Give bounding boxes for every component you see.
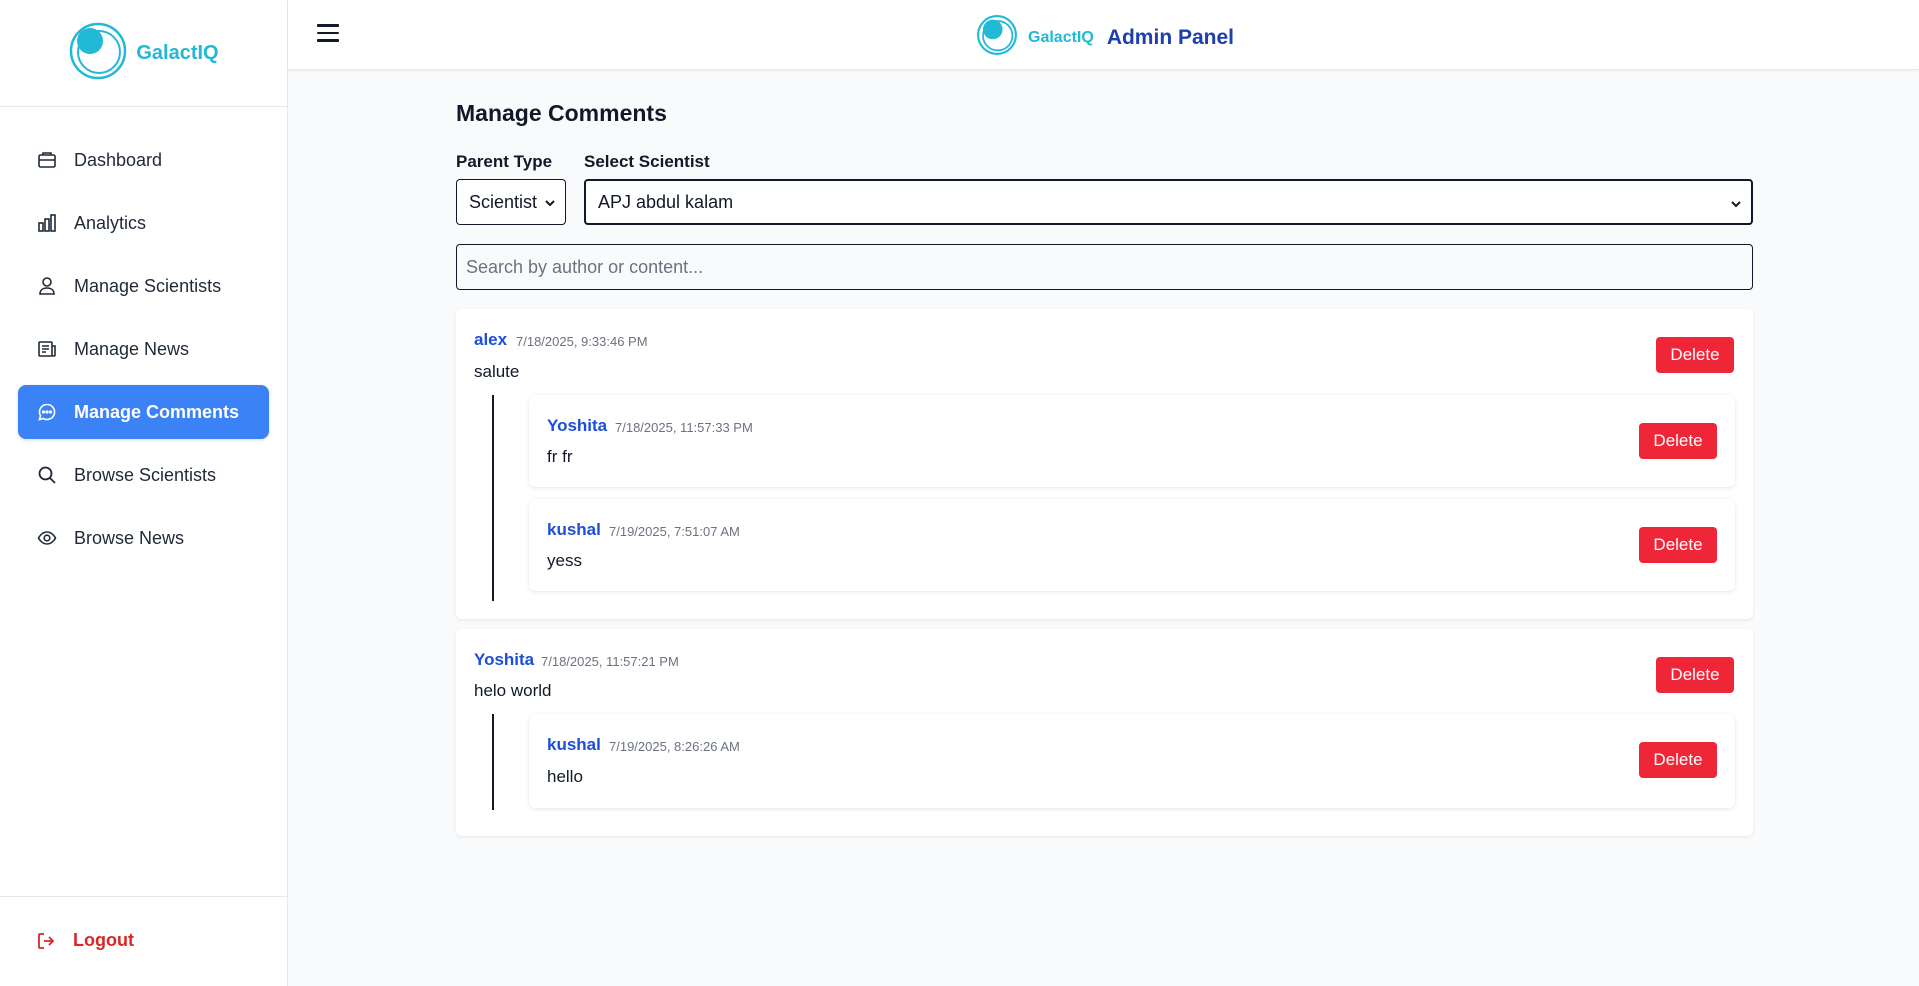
reply-timestamp: 7/19/2025, 8:26:26 AM [609, 739, 740, 754]
delete-button[interactable]: Delete [1639, 527, 1717, 563]
comment-icon [37, 402, 57, 422]
sidebar-item-label: Manage Scientists [74, 275, 222, 296]
comment-author: Yoshita [474, 650, 535, 669]
user-icon [37, 276, 57, 296]
delete-button[interactable]: Delete [1639, 742, 1717, 778]
delete-button[interactable]: Delete [1656, 337, 1734, 373]
brand-name: GalactIQ [136, 41, 219, 64]
reply-card: Yoshita 7/18/2025, 11:57:33 PM fr fr Del… [529, 395, 1735, 487]
thread-line [492, 395, 494, 601]
dashboard-icon [37, 150, 57, 170]
select-scientist-label: Select Scientist [584, 152, 710, 171]
parent-type-label: Parent Type [456, 152, 553, 171]
sidebar-item-label: Analytics [74, 212, 147, 233]
chevron-down-icon [543, 194, 557, 208]
sidebar-item-manage-news[interactable]: Manage News [18, 322, 269, 376]
reply-timestamp: 7/18/2025, 11:57:33 PM [615, 420, 753, 435]
sidebar-item-manage-comments[interactable]: Manage Comments [18, 385, 269, 439]
search-placeholder: Search by author or content... [466, 256, 704, 277]
sidebar-item-manage-scientists[interactable]: Manage Scientists [18, 259, 269, 313]
header-title: Admin Panel [1106, 25, 1235, 49]
sidebar-item-label: Browse Scientists [74, 464, 217, 485]
sidebar-item-analytics[interactable]: Analytics [18, 196, 269, 250]
parent-type-value: Scientist [469, 191, 538, 212]
sidebar-nav: Dashboard Analytics Manage Scientists Ma… [0, 107, 287, 565]
comment-card: Yoshita 7/18/2025, 11:57:21 PM helo worl… [456, 629, 1753, 836]
chevron-down-icon [1729, 195, 1743, 209]
sidebar: GalactIQ Dashboard Analytics Manage Scie… [0, 0, 288, 986]
reply-card: kushal 7/19/2025, 7:51:07 AM yess Delete [529, 499, 1735, 591]
search-icon [37, 465, 57, 485]
sidebar-item-label: Browse News [74, 527, 185, 548]
newspaper-icon [37, 339, 57, 359]
reply-text: yess [547, 551, 582, 570]
reply-author: Yoshita [547, 416, 608, 435]
sidebar-item-browse-scientists[interactable]: Browse Scientists [18, 448, 269, 502]
galactiq-logo-icon [976, 14, 1018, 61]
sidebar-item-dashboard[interactable]: Dashboard [18, 133, 269, 187]
logout-label: Logout [73, 930, 134, 950]
sidebar-footer: Logout [0, 896, 287, 986]
page-title: Manage Comments [456, 100, 667, 126]
header-brand: GalactIQ [1028, 28, 1094, 46]
comment-timestamp: 7/18/2025, 9:33:46 PM [516, 334, 648, 349]
comment-text: helo world [474, 681, 552, 700]
delete-button[interactable]: Delete [1656, 657, 1734, 693]
bar-chart-icon [37, 213, 57, 233]
sidebar-item-label: Dashboard [74, 149, 163, 170]
top-header: GalactIQ Admin Panel [288, 0, 1919, 70]
logout-button[interactable]: Logout [36, 930, 134, 951]
scientist-value: APJ abdul kalam [598, 191, 734, 212]
reply-text: fr fr [547, 447, 573, 466]
comment-author: alex [474, 330, 508, 349]
delete-button[interactable]: Delete [1639, 423, 1717, 459]
parent-type-select[interactable]: Scientist [456, 179, 566, 225]
scientist-select[interactable]: APJ abdul kalam [584, 179, 1753, 225]
reply-author: kushal [547, 520, 601, 539]
reply-timestamp: 7/19/2025, 7:51:07 AM [609, 524, 740, 539]
reply-text: hello [547, 767, 583, 786]
reply-author: kushal [547, 735, 601, 754]
comment-card: alex 7/18/2025, 9:33:46 PM salute Delete… [456, 309, 1753, 619]
sidebar-item-browse-news[interactable]: Browse News [18, 511, 269, 565]
brand[interactable]: GalactIQ [0, 0, 287, 107]
comment-text: salute [474, 362, 520, 381]
sidebar-item-label: Manage News [74, 338, 190, 359]
header-branding: GalactIQ Admin Panel [976, 14, 1234, 61]
galactiq-logo-icon [68, 21, 128, 86]
search-input[interactable]: Search by author or content... [456, 244, 1753, 290]
sidebar-item-label: Manage Comments [74, 401, 240, 422]
reply-card: kushal 7/19/2025, 8:26:26 AM hello Delet… [529, 714, 1735, 808]
eye-icon [37, 528, 57, 548]
menu-toggle-icon[interactable] [317, 24, 339, 44]
logout-icon [36, 931, 56, 951]
thread-line [492, 714, 494, 810]
comment-timestamp: 7/18/2025, 11:57:21 PM [541, 654, 679, 669]
